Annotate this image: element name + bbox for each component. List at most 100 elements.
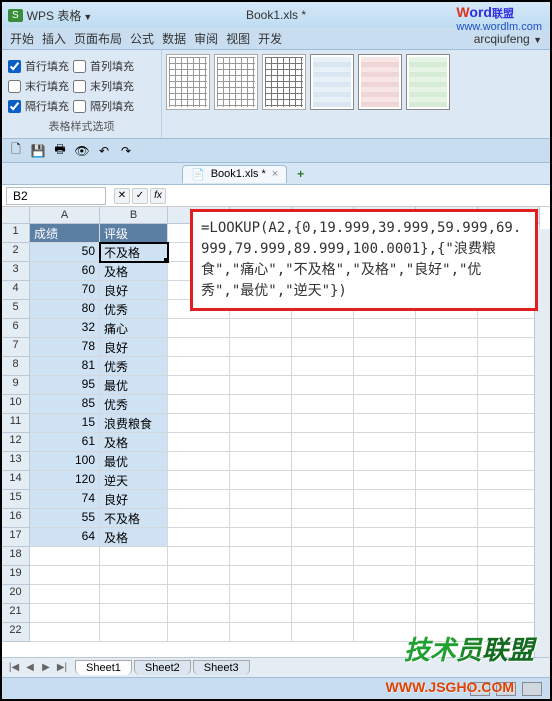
cell-F8[interactable] — [354, 357, 416, 376]
cell-B11[interactable]: 浪费粮食 — [100, 414, 168, 433]
cell-A2[interactable]: 50 — [30, 243, 100, 262]
row-header-19[interactable]: 19 — [2, 566, 30, 585]
cell-H11[interactable] — [478, 414, 540, 433]
cell-E20[interactable] — [292, 585, 354, 604]
chk-first-col[interactable] — [73, 60, 86, 73]
cell-G15[interactable] — [416, 490, 478, 509]
fx-confirm-icon[interactable]: ✓ — [132, 188, 148, 204]
cell-D14[interactable] — [230, 471, 292, 490]
add-tab-button[interactable]: + — [291, 167, 310, 181]
cell-D6[interactable] — [230, 319, 292, 338]
cell-C7[interactable] — [168, 338, 230, 357]
cell-F19[interactable] — [354, 566, 416, 585]
cell-E15[interactable] — [292, 490, 354, 509]
cell-B21[interactable] — [100, 604, 168, 623]
menu-data[interactable]: 数据 — [162, 30, 186, 47]
cell-C10[interactable] — [168, 395, 230, 414]
row-header-10[interactable]: 10 — [2, 395, 30, 414]
cell-B2[interactable]: 不及格 — [100, 243, 168, 262]
row-header-13[interactable]: 13 — [2, 452, 30, 471]
cell-C18[interactable] — [168, 547, 230, 566]
cell-A9[interactable]: 95 — [30, 376, 100, 395]
sheet-nav-next[interactable]: ▶ — [38, 662, 54, 673]
cell-F11[interactable] — [354, 414, 416, 433]
close-tab-icon[interactable]: × — [272, 168, 278, 180]
cell-H21[interactable] — [478, 604, 540, 623]
style-thumb-2[interactable] — [214, 54, 258, 110]
cell-D9[interactable] — [230, 376, 292, 395]
cell-D21[interactable] — [230, 604, 292, 623]
cell-B17[interactable]: 及格 — [100, 528, 168, 547]
cell-G13[interactable] — [416, 452, 478, 471]
cell-D16[interactable] — [230, 509, 292, 528]
cell-G17[interactable] — [416, 528, 478, 547]
chk-banded-row[interactable] — [8, 100, 21, 113]
cell-F10[interactable] — [354, 395, 416, 414]
cell-C9[interactable] — [168, 376, 230, 395]
cell-B7[interactable]: 良好 — [100, 338, 168, 357]
cell-H15[interactable] — [478, 490, 540, 509]
cell-G9[interactable] — [416, 376, 478, 395]
cell-H9[interactable] — [478, 376, 540, 395]
row-header-20[interactable]: 20 — [2, 585, 30, 604]
cell-B22[interactable] — [100, 623, 168, 642]
row-header-11[interactable]: 11 — [2, 414, 30, 433]
cell-B12[interactable]: 及格 — [100, 433, 168, 452]
cell-H8[interactable] — [478, 357, 540, 376]
menu-review[interactable]: 审阅 — [194, 30, 218, 47]
cell-A19[interactable] — [30, 566, 100, 585]
cell-B16[interactable]: 不及格 — [100, 509, 168, 528]
cell-F17[interactable] — [354, 528, 416, 547]
cell-D22[interactable] — [230, 623, 292, 642]
cell-B8[interactable]: 优秀 — [100, 357, 168, 376]
document-tab[interactable]: 📄 Book1.xls * × — [182, 165, 287, 183]
cell-F18[interactable] — [354, 547, 416, 566]
cell-H7[interactable] — [478, 338, 540, 357]
cell-F12[interactable] — [354, 433, 416, 452]
cell-G14[interactable] — [416, 471, 478, 490]
row-header-22[interactable]: 22 — [2, 623, 30, 642]
cell-B20[interactable] — [100, 585, 168, 604]
cell-E9[interactable] — [292, 376, 354, 395]
row-header-16[interactable]: 16 — [2, 509, 30, 528]
cell-C15[interactable] — [168, 490, 230, 509]
cell-E22[interactable] — [292, 623, 354, 642]
cell-B13[interactable]: 最优 — [100, 452, 168, 471]
cell-A21[interactable] — [30, 604, 100, 623]
cell-F15[interactable] — [354, 490, 416, 509]
name-box[interactable] — [6, 187, 106, 205]
cell-A3[interactable]: 60 — [30, 262, 100, 281]
chk-last-row[interactable] — [8, 80, 21, 93]
cell-D11[interactable] — [230, 414, 292, 433]
row-header-21[interactable]: 21 — [2, 604, 30, 623]
menu-view[interactable]: 视图 — [226, 30, 250, 47]
cell-E21[interactable] — [292, 604, 354, 623]
cell-D17[interactable] — [230, 528, 292, 547]
cell-G11[interactable] — [416, 414, 478, 433]
cell-G10[interactable] — [416, 395, 478, 414]
cell-D12[interactable] — [230, 433, 292, 452]
row-header-12[interactable]: 12 — [2, 433, 30, 452]
cell-D18[interactable] — [230, 547, 292, 566]
cell-E8[interactable] — [292, 357, 354, 376]
style-thumb-3[interactable] — [262, 54, 306, 110]
row-header-5[interactable]: 5 — [2, 300, 30, 319]
cell-E11[interactable] — [292, 414, 354, 433]
cell-F13[interactable] — [354, 452, 416, 471]
cell-G18[interactable] — [416, 547, 478, 566]
sheet-nav-prev[interactable]: ◀ — [22, 662, 38, 673]
cell-C6[interactable] — [168, 319, 230, 338]
cell-E18[interactable] — [292, 547, 354, 566]
cell-C16[interactable] — [168, 509, 230, 528]
cell-D7[interactable] — [230, 338, 292, 357]
ribbon-styles-gallery[interactable] — [162, 50, 550, 138]
cell-C19[interactable] — [168, 566, 230, 585]
cell-C20[interactable] — [168, 585, 230, 604]
cell-F22[interactable] — [354, 623, 416, 642]
cell-B19[interactable] — [100, 566, 168, 585]
menu-dev[interactable]: 开发 — [258, 30, 282, 47]
cell-A12[interactable]: 61 — [30, 433, 100, 452]
menu-layout[interactable]: 页面布局 — [74, 30, 122, 47]
cell-D13[interactable] — [230, 452, 292, 471]
cell-D19[interactable] — [230, 566, 292, 585]
